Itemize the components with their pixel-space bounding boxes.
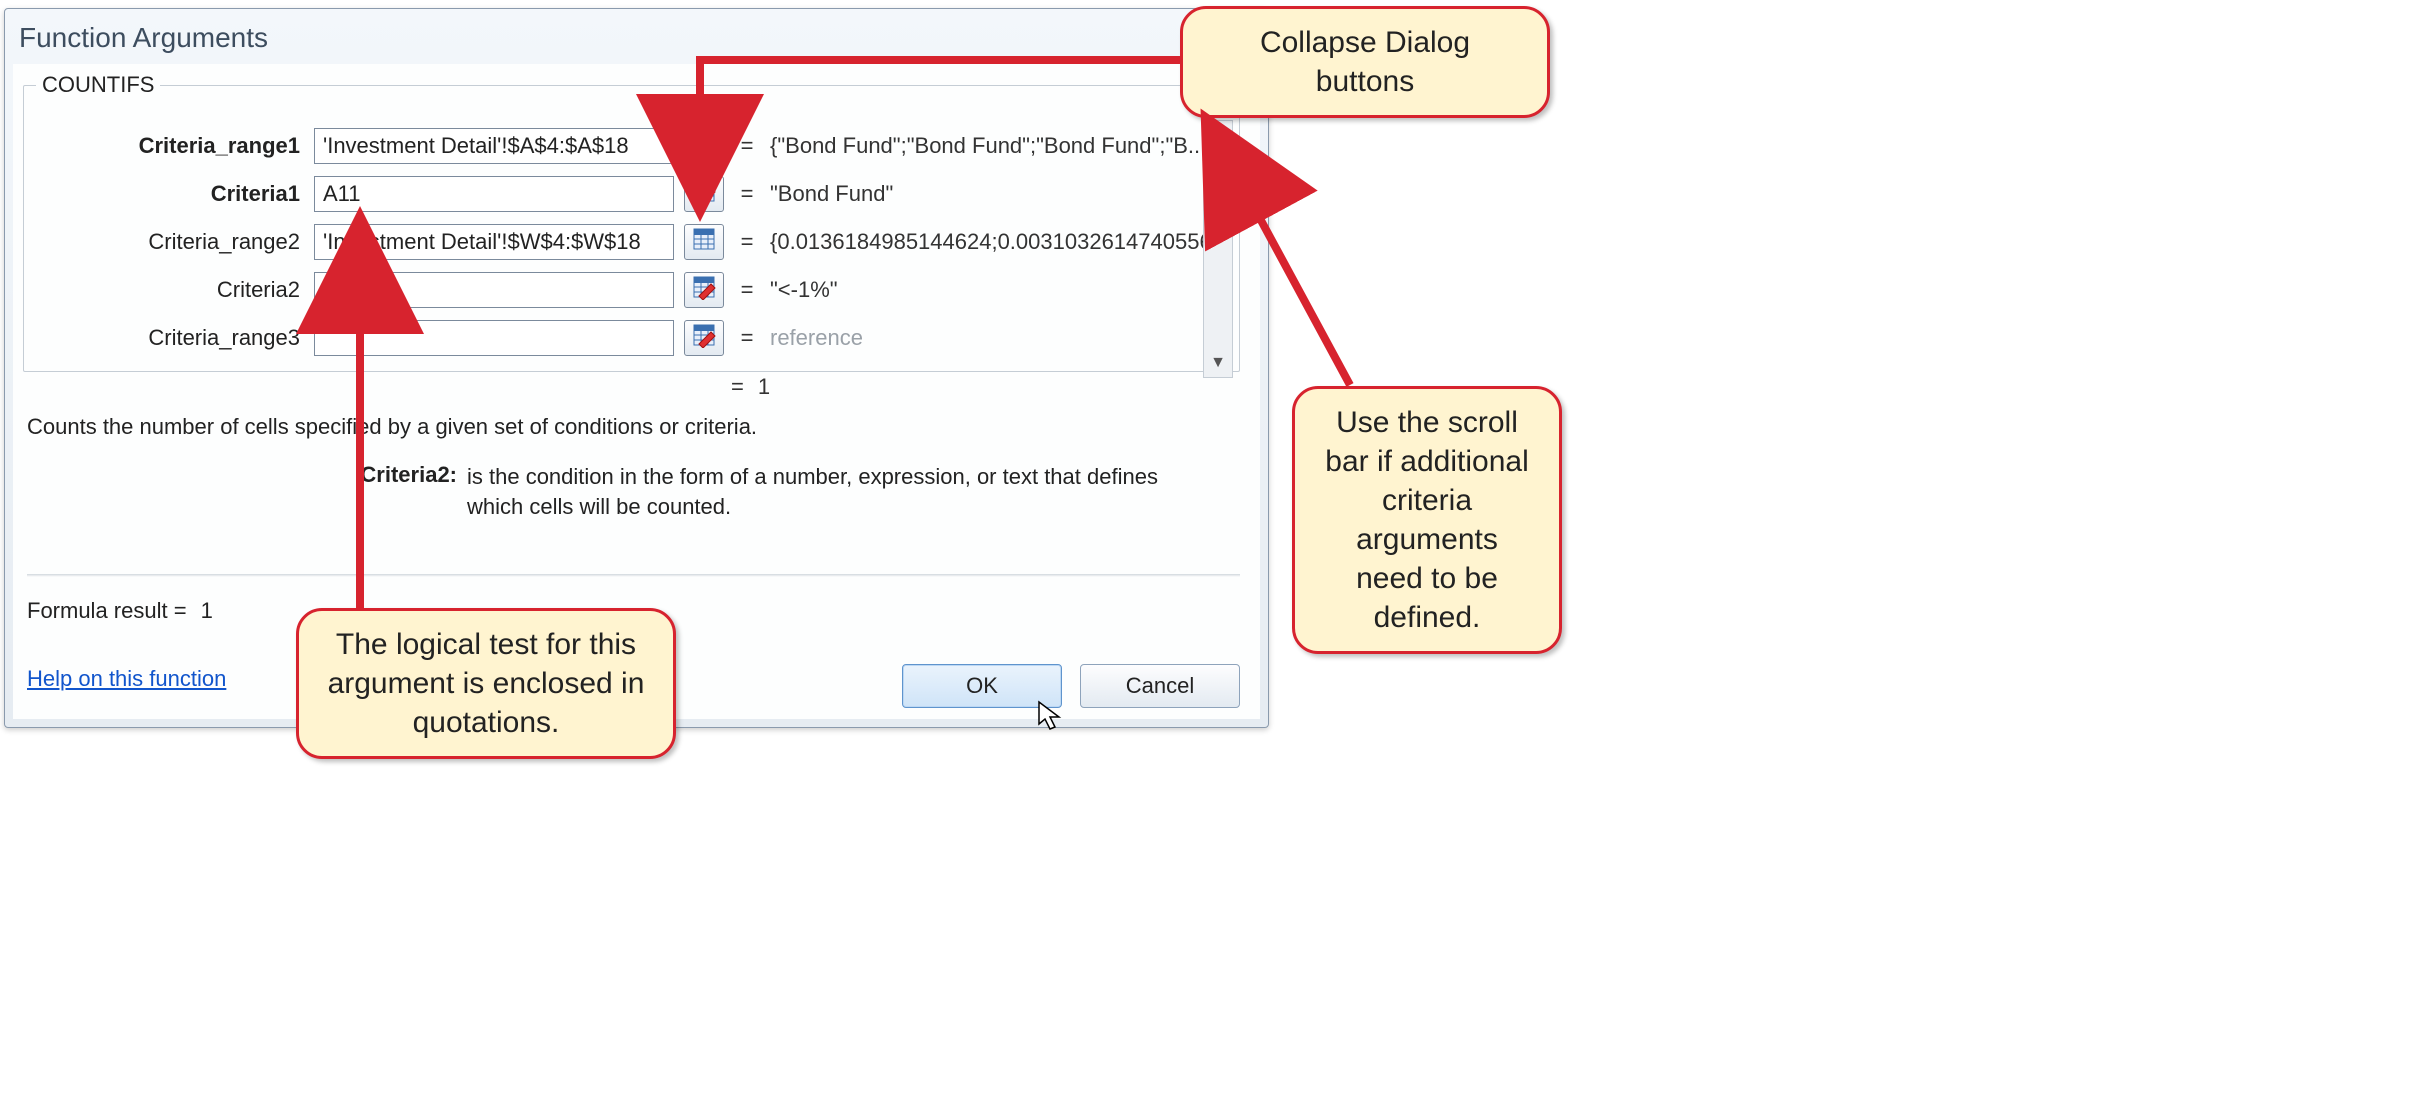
- scroll-down-arrow-icon[interactable]: ▼: [1206, 351, 1230, 375]
- arg-evaluation: reference: [770, 325, 1239, 351]
- callout-scrollbar: Use the scroll bar if additional criteri…: [1292, 386, 1562, 654]
- arg-evaluation: {"Bond Fund";"Bond Fund";"Bond Fund";"B.…: [770, 133, 1239, 159]
- arg-label: Criteria2: [24, 277, 304, 303]
- arg-row-criteria_range3: Criteria_range3 = reference: [24, 314, 1239, 362]
- function-name: COUNTIFS: [36, 72, 160, 98]
- collapse-dialog-button[interactable]: [684, 224, 724, 260]
- arg-label: Criteria_range1: [24, 133, 304, 159]
- scroll-thumb[interactable]: [1206, 147, 1230, 177]
- divider: [27, 574, 1240, 577]
- args-scrollbar[interactable]: ▲ ▼: [1203, 120, 1233, 378]
- arg-input-criteria2[interactable]: [314, 272, 674, 308]
- arg-row-criteria1: Criteria1 = "Bond Fund": [24, 170, 1239, 218]
- formula-result: Formula result = 1: [27, 598, 213, 624]
- callout-collapse-buttons: Collapse Dialog buttons: [1180, 6, 1550, 118]
- collapse-dialog-button[interactable]: [684, 272, 724, 308]
- collapse-dialog-icon: [691, 130, 717, 162]
- eq-sign: =: [731, 374, 744, 400]
- arg-row-criteria2: Criteria2 = "<-1%": [24, 266, 1239, 314]
- equals-sign: =: [734, 277, 760, 303]
- help-on-function-link[interactable]: Help on this function: [27, 666, 226, 692]
- equals-sign: =: [734, 229, 760, 255]
- function-description: Counts the number of cells specified by …: [27, 414, 1220, 440]
- overall-evaluation: = 1: [731, 374, 770, 400]
- collapse-dialog-icon: [691, 322, 717, 354]
- equals-sign: =: [734, 181, 760, 207]
- collapse-dialog-button[interactable]: [684, 320, 724, 356]
- collapse-dialog-icon: [691, 274, 717, 306]
- equals-sign: =: [734, 325, 760, 351]
- args-group: COUNTIFS Criteria_range1 = {"Bond Fund";"B…: [23, 72, 1240, 372]
- collapse-dialog-icon: [691, 226, 717, 258]
- arg-label: Criteria1: [24, 181, 304, 207]
- dialog-titlebar: Function Arguments ?: [5, 9, 1268, 59]
- formula-result-label: Formula result =: [27, 598, 187, 624]
- ok-button[interactable]: OK: [902, 664, 1062, 708]
- arg-row-criteria_range2: Criteria_range2 = {0.0136184985144624;0.00…: [24, 218, 1239, 266]
- arg-row-criteria_range1: Criteria_range1 = {"Bond Fund";"Bond Fund"…: [24, 122, 1239, 170]
- args-area: Criteria_range1 = {"Bond Fund";"Bond Fund"…: [24, 122, 1239, 362]
- cancel-button[interactable]: Cancel: [1080, 664, 1240, 708]
- collapse-dialog-icon: [691, 178, 717, 210]
- arg-evaluation: "Bond Fund": [770, 181, 1239, 207]
- collapse-dialog-button[interactable]: [684, 176, 724, 212]
- arg-input-criteria1[interactable]: [314, 176, 674, 212]
- arg-label: Criteria_range2: [24, 229, 304, 255]
- formula-result-value: 1: [201, 598, 213, 624]
- arg-evaluation: "<-1%": [770, 277, 1239, 303]
- active-arg-text: is the condition in the form of a number…: [467, 462, 1220, 521]
- arg-label: Criteria_range3: [24, 325, 304, 351]
- active-arg-help: Criteria2: is the condition in the form …: [27, 462, 1220, 521]
- arg-evaluation: {0.0136184985144624;0.0031032614740556: [770, 229, 1239, 255]
- arg-input-criteria_range2[interactable]: [314, 224, 674, 260]
- active-arg-label: Criteria2:: [27, 462, 457, 521]
- equals-sign: =: [734, 133, 760, 159]
- dialog-title: Function Arguments: [19, 22, 268, 54]
- overall-eval-value: 1: [758, 374, 770, 400]
- arg-input-criteria_range1[interactable]: [314, 128, 674, 164]
- collapse-dialog-button[interactable]: [684, 128, 724, 164]
- arg-input-criteria_range3[interactable]: [314, 320, 674, 356]
- scroll-up-arrow-icon[interactable]: ▲: [1206, 123, 1230, 147]
- callout-quotations: The logical test for this argument is en…: [296, 608, 676, 759]
- dialog-button-row: OK Cancel: [902, 664, 1240, 708]
